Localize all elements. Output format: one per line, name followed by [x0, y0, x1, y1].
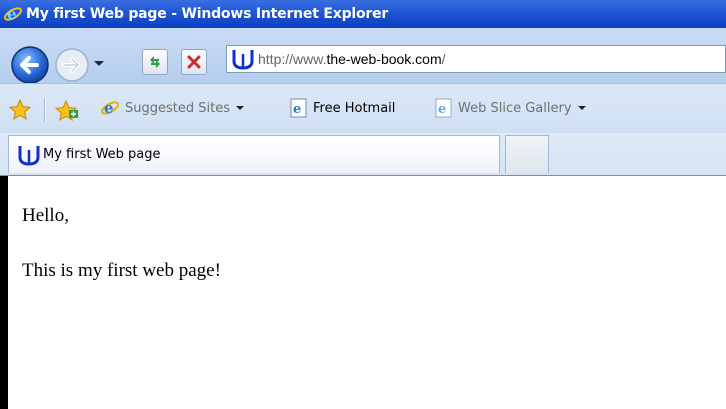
svg-text:e: e — [104, 99, 114, 117]
suggested-sites-label: Suggested Sites — [125, 100, 230, 116]
address-url[interactable]: http://www.the-web-book.com/ — [258, 51, 446, 67]
page-content: Hello, This is my first web page! — [0, 176, 726, 409]
tab-my-first-web-page[interactable]: My first Web page — [8, 135, 500, 173]
web-slice-gallery-link[interactable]: e Web Slice Gallery — [435, 98, 586, 118]
add-to-favorites-bar-button[interactable] — [54, 98, 80, 122]
window-title: My first Web page - Windows Internet Exp… — [26, 6, 389, 22]
ie-page-icon: e — [290, 98, 307, 118]
ie-icon: e — [100, 99, 120, 117]
free-hotmail-link[interactable]: e Free Hotmail — [290, 98, 395, 118]
recent-pages-dropdown[interactable] — [94, 61, 104, 66]
refresh-icon — [150, 56, 160, 68]
back-button[interactable] — [10, 45, 50, 85]
star-icon — [8, 98, 32, 121]
free-hotmail-label: Free Hotmail — [313, 100, 396, 116]
title-bar: e My first Web page - Windows Internet E… — [0, 0, 726, 28]
new-tab-button[interactable] — [505, 135, 549, 173]
greeting-paragraph: Hello, — [22, 205, 69, 226]
browser-window: e My first Web page - Windows Internet E… — [0, 0, 726, 409]
refresh-button[interactable] — [142, 49, 168, 75]
add-favorite-icon — [54, 99, 78, 122]
web-slice-gallery-label: Web Slice Gallery — [458, 100, 572, 116]
chevron-down-icon[interactable] — [235, 106, 244, 110]
url-prefix: http://www. — [258, 51, 327, 67]
favorites-button[interactable] — [8, 98, 32, 122]
address-bar[interactable]: http://www.the-web-book.com/ — [226, 45, 726, 73]
stop-icon — [187, 55, 201, 69]
site-favicon-icon — [232, 50, 254, 70]
site-favicon-icon — [18, 145, 40, 166]
favorites-separator — [44, 98, 46, 122]
chevron-down-icon[interactable] — [577, 106, 586, 110]
tab-strip: My first Web page — [0, 133, 726, 177]
ie-logo-icon: e — [3, 5, 23, 23]
suggested-sites-link[interactable]: e Suggested Sites — [100, 98, 244, 118]
svg-text:e: e — [7, 5, 17, 23]
svg-text:e: e — [293, 102, 301, 117]
ie-page-icon: e — [435, 98, 452, 118]
stop-button[interactable] — [181, 49, 207, 75]
url-suffix: / — [441, 51, 446, 67]
navigation-toolbar: http://www.the-web-book.com/ — [0, 28, 726, 85]
favorites-bar: e Suggested Sites e Free Hotmail e Web S… — [0, 83, 726, 134]
svg-text:e: e — [438, 102, 446, 117]
url-domain: the-web-book.com — [326, 51, 442, 67]
tab-title: My first Web page — [43, 147, 161, 162]
body-paragraph: This is my first web page! — [22, 260, 221, 281]
forward-button[interactable] — [54, 47, 90, 83]
